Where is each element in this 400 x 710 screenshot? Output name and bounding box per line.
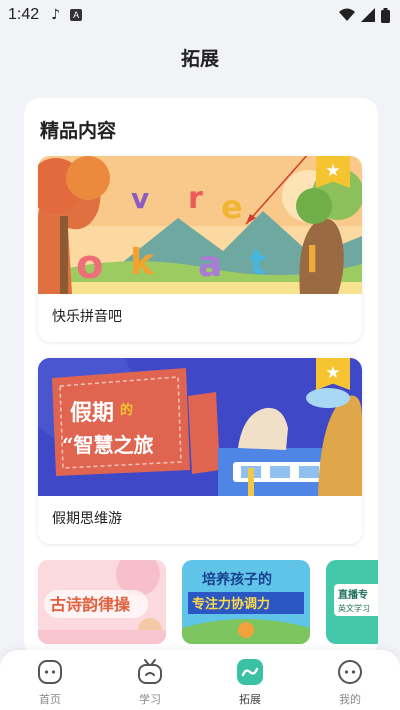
page-title: 拓展 <box>180 48 219 70</box>
battery-icon <box>381 7 390 23</box>
thumbnail-poetry-image: 古诗韵律操 <box>38 560 166 644</box>
thumbnail-text: 古诗韵律操 <box>50 595 131 614</box>
thumbnail-text-2: 英文学习 <box>338 603 370 613</box>
letter-l: l <box>306 240 318 281</box>
signal-icon <box>361 8 375 22</box>
holiday-text-3: “智慧之旅 <box>62 433 154 457</box>
thumbnail-text-1: 培养孩子的 <box>202 571 272 588</box>
featured-content-panel: 精品内容 v r e o k a t l ★ 快乐拼音吧 假期 的 “智慧之旅 … <box>24 98 378 658</box>
status-bar: 1:42 ♪ A <box>0 0 400 30</box>
pinyin-card[interactable]: v r e o k a t l ★ 快乐拼音吧 <box>38 156 362 342</box>
letter-t: t <box>250 243 266 283</box>
home-face-icon <box>38 660 62 684</box>
pinyin-card-image: v r e o k a t l <box>38 156 362 294</box>
thumbnail-live[interactable]: 直播专 英文学习 <box>326 560 378 644</box>
nav-expand[interactable]: 拓展 <box>220 658 280 707</box>
letter-v: v <box>131 182 149 215</box>
wifi-icon <box>339 8 355 21</box>
nav-label: 首页 <box>39 693 61 706</box>
holiday-card-image: 假期 的 “智慧之旅 <box>38 358 362 496</box>
thumbnail-row: 古诗韵律操 培养孩子的 专注力协调力 直播专 英文学习 <box>38 560 378 646</box>
thumbnail-focus[interactable]: 培养孩子的 专注力协调力 <box>182 560 310 644</box>
thumbnail-text-1: 直播专 <box>338 588 368 601</box>
letter-e: e <box>221 188 243 226</box>
letter-a: a <box>198 244 222 285</box>
profile-face-icon <box>338 660 362 684</box>
card-label: 快乐拼音吧 <box>52 309 122 325</box>
thumbnail-focus-image: 培养孩子的 专注力协调力 <box>182 560 310 644</box>
a-badge-icon: A <box>70 9 83 21</box>
nav-home[interactable]: 首页 <box>20 658 80 707</box>
nav-label: 我的 <box>339 693 361 706</box>
holiday-text-2: 的 <box>120 402 133 418</box>
letter-o: o <box>76 242 103 288</box>
music-note-icon: ♪ <box>51 7 61 23</box>
status-time: 1:42 <box>8 6 40 23</box>
letter-r: r <box>188 181 203 216</box>
expand-wave-icon <box>237 659 263 685</box>
holiday-thinking-card[interactable]: 假期 的 “智慧之旅 ★ 假期思维游 <box>38 358 362 544</box>
holiday-text-1: 假期 <box>70 400 114 426</box>
letter-k: k <box>130 242 155 283</box>
nav-label: 学习 <box>139 693 161 706</box>
section-title: 精品内容 <box>40 120 117 142</box>
status-icons <box>339 7 390 23</box>
card-label: 假期思维游 <box>52 511 122 527</box>
bottom-nav: 首页 学习 拓展 我的 <box>0 650 400 710</box>
tv-study-icon <box>138 659 162 684</box>
thumbnail-text-2: 专注力协调力 <box>192 596 270 612</box>
thumbnail-live-image: 直播专 英文学习 <box>326 560 378 644</box>
thumbnail-poetry[interactable]: 古诗韵律操 <box>38 560 166 644</box>
nav-label: 拓展 <box>239 693 261 706</box>
nav-profile[interactable]: 我的 <box>320 658 380 707</box>
nav-study[interactable]: 学习 <box>120 658 180 707</box>
